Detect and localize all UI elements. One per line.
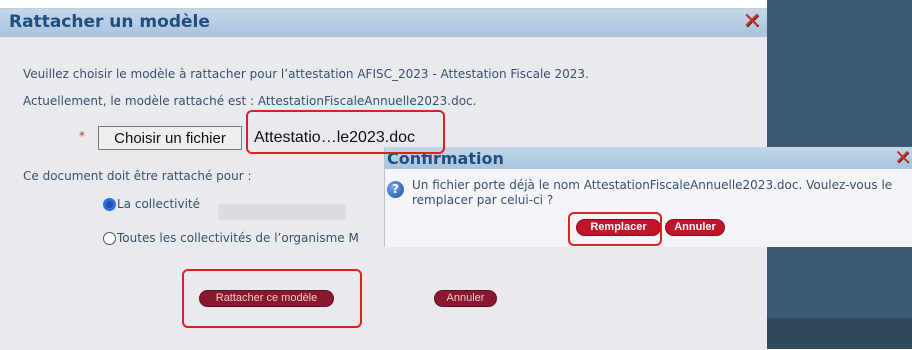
redacted-value (218, 204, 346, 220)
question-icon: ? (387, 181, 404, 198)
choose-file-button[interactable]: Choisir un fichier (98, 126, 242, 150)
confirmation-message: Un fichier porte déjà le nom Attestation… (412, 178, 893, 207)
option-collectivite-label: La collectivité (117, 197, 201, 211)
option-all-collectivites-label: Toutes les collectivités de l’organisme … (117, 231, 359, 245)
radio-collectivite[interactable] (103, 198, 116, 211)
close-icon[interactable]: ✕ (894, 147, 911, 167)
scope-label: Ce document doit être rattaché pour : (23, 169, 252, 183)
confirmation-dialog: Confirmation ✕ ? Un fichier porte déjà l… (384, 147, 912, 247)
background-strip (767, 318, 912, 349)
instruction-text: Veuillez choisir le modèle à rattacher p… (23, 67, 589, 81)
dialog-title: Rattacher un modèle (9, 12, 210, 32)
required-marker: * (79, 129, 85, 143)
close-icon[interactable]: ✕ (743, 11, 761, 33)
radio-all-collectivites[interactable] (103, 232, 116, 245)
confirmation-title: Confirmation (387, 149, 504, 168)
confirm-cancel-button[interactable]: Annuler (665, 219, 725, 236)
selected-file-name: Attestatio…le2023.doc (254, 129, 415, 146)
confirmation-title-bar: Confirmation ✕ (385, 147, 912, 169)
current-template-text: Actuellement, le modèle rattaché est : A… (23, 94, 477, 108)
attach-template-button[interactable]: Rattacher ce modèle (199, 290, 334, 307)
dialog-title-bar: Rattacher un modèle ✕ (0, 9, 767, 37)
replace-button[interactable]: Remplacer (576, 219, 661, 236)
cancel-button[interactable]: Annuler (434, 290, 497, 307)
